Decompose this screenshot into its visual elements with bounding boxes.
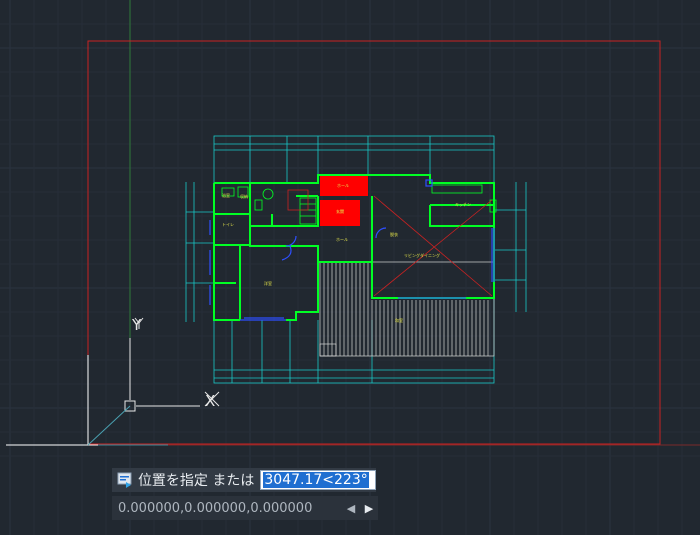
ucs-y-label: Y — [131, 316, 142, 334]
ucs-x-label: X — [205, 392, 215, 410]
room-label-hall-2: ホール — [336, 237, 348, 242]
drawing-viewport[interactable]: ホール ホール 玄関 洋室 和室 トイレ 収納 リビングダイニング キッチン 脱… — [0, 0, 700, 535]
room-label-japanese-room: 和室 — [395, 317, 403, 323]
room-label-dressing: 脱衣 — [390, 231, 398, 237]
rubber-band-line — [87, 405, 131, 446]
room-label-bath: 浴室 — [222, 192, 230, 198]
arrow-right-icon[interactable]: ▶ — [360, 496, 378, 520]
command-input-value[interactable]: 3047.17<223° — [263, 472, 369, 488]
arrow-left-icon[interactable]: ◀ — [342, 496, 360, 520]
command-line[interactable]: 位置を指定 または 3047.17<223° — [112, 468, 376, 492]
room-label-western-room: 洋室 — [264, 280, 272, 286]
command-prompt-icon — [117, 472, 132, 488]
coordinate-nav: ◀ ▶ — [342, 496, 378, 520]
coordinate-bar: 0.000000,0.000000,0.000000 ◀ ▶ — [112, 496, 378, 520]
room-label-kitchen: キッチン — [455, 202, 471, 207]
coordinate-readout: 0.000000,0.000000,0.000000 — [118, 500, 313, 516]
room-label-toilet: トイレ — [222, 222, 234, 227]
room-label-living-dining: リビングダイニング — [404, 252, 440, 258]
room-label-entrance: 玄関 — [336, 208, 344, 214]
room-label-storage: 収納 — [240, 193, 248, 199]
command-prompt-text: 位置を指定 または — [137, 473, 255, 489]
background-grid — [0, 0, 700, 535]
command-input-field[interactable]: 3047.17<223° — [260, 470, 376, 490]
room-label-hall: ホール — [337, 183, 349, 188]
